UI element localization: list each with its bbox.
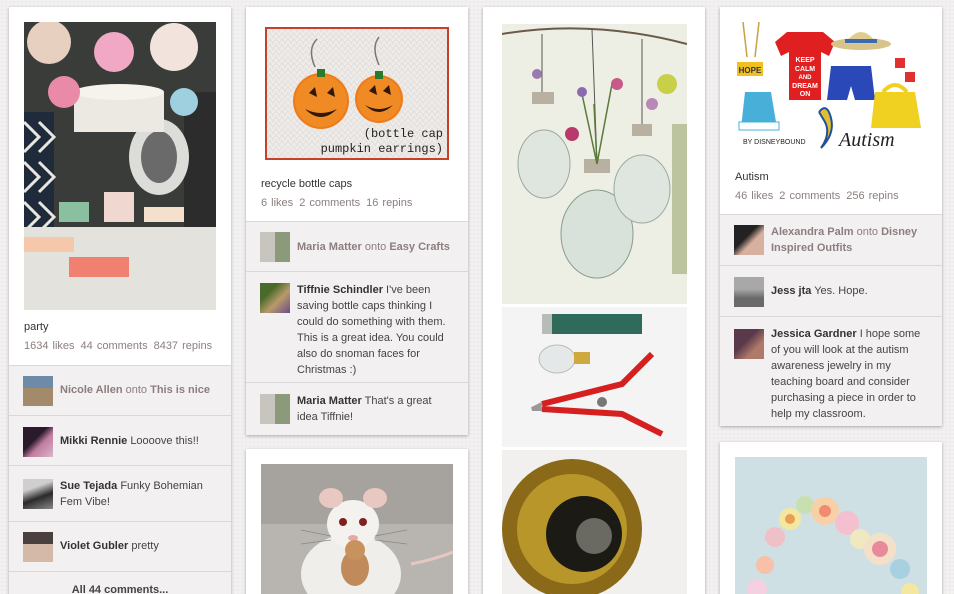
comment-item: Tiffnie Schindler I've been saving bottl… bbox=[246, 271, 468, 382]
repin-activity: Alexandra Palm onto Disney Inspired Outf… bbox=[720, 214, 942, 265]
pin-bottle-caps[interactable]: (bottle cap pumpkin earrings) recycle bo… bbox=[246, 7, 468, 435]
pin-image-party[interactable] bbox=[24, 22, 216, 310]
pin-image-bottle-caps[interactable]: (bottle cap pumpkin earrings) bbox=[265, 27, 449, 160]
comment-text: I've been saving bottle caps thinking I … bbox=[297, 284, 446, 376]
avatar[interactable] bbox=[734, 329, 764, 359]
comments-section: Alexandra Palm onto Disney Inspired Outf… bbox=[720, 214, 942, 426]
image-caption-line-2: pumpkin earrings) bbox=[321, 142, 443, 156]
likes-count[interactable]: 1634 likes bbox=[24, 340, 75, 352]
pin-description: recycle bottle caps bbox=[261, 178, 353, 190]
comments-count[interactable]: 2 comments bbox=[299, 197, 360, 209]
comment-item: Jessica Gardner I hope some of you will … bbox=[720, 316, 942, 426]
comment-item: Violet Gubler pretty bbox=[9, 521, 231, 571]
pin-party[interactable]: party 1634 likes 44 comments 8437 repins N… bbox=[9, 7, 231, 594]
pin-flower-wreath[interactable] bbox=[720, 442, 942, 594]
comment-item: Maria Matter That's a great idea Tiffnie… bbox=[246, 382, 468, 435]
lightbulb-vases-illustration bbox=[502, 24, 687, 594]
pin-image-autism[interactable]: HOPE KEEP CALM AND DREAM ON BY DISNEYBOU… bbox=[735, 22, 927, 167]
board-name[interactable]: Easy Crafts bbox=[389, 241, 450, 253]
comments-count[interactable]: 44 comments bbox=[81, 340, 148, 352]
pin-rat[interactable] bbox=[246, 449, 468, 594]
pin-lightbulb-vases[interactable] bbox=[483, 7, 705, 594]
pin-description: party bbox=[24, 321, 49, 333]
svg-text:CALM: CALM bbox=[795, 66, 815, 73]
autism-word: Autism bbox=[837, 129, 895, 151]
user-name[interactable]: Violet Gubler bbox=[60, 540, 128, 552]
pumpkin-earrings-illustration: (bottle cap pumpkin earrings) bbox=[267, 29, 447, 158]
comment-text: pretty bbox=[131, 540, 159, 552]
avatar[interactable] bbox=[260, 394, 290, 424]
likes-count[interactable]: 6 likes bbox=[261, 197, 293, 209]
comments-count[interactable]: 2 comments bbox=[779, 190, 840, 202]
onto-label: onto bbox=[364, 241, 387, 253]
avatar[interactable] bbox=[23, 376, 53, 406]
image-caption-line-1: (bottle cap bbox=[364, 127, 443, 141]
comment-item: Sue Tejada Funky Bohemian Fem Vibe! bbox=[9, 465, 231, 521]
pin-image-lightbulb-vases[interactable] bbox=[502, 24, 687, 594]
pin-stats: 1634 likes 44 comments 8437 repins bbox=[24, 340, 218, 352]
repin-activity: Maria Matter onto Easy Crafts bbox=[246, 221, 468, 271]
user-name[interactable]: Mikki Rennie bbox=[60, 435, 127, 447]
autism-outfit-illustration: HOPE KEEP CALM AND DREAM ON BY DISNEYBOU… bbox=[735, 22, 927, 167]
pin-image-rat[interactable] bbox=[261, 464, 453, 594]
repins-count[interactable]: 8437 repins bbox=[154, 340, 213, 352]
pin-stats: 46 likes 2 comments 256 repins bbox=[735, 190, 905, 202]
repin-activity: Nicole Allen onto This is nice bbox=[9, 365, 231, 415]
pin-description: Autism bbox=[735, 171, 769, 183]
comment-text: Yes. Hope. bbox=[814, 285, 868, 297]
comment-text: Loooove this!! bbox=[130, 435, 199, 447]
onto-label: onto bbox=[125, 384, 148, 396]
user-name[interactable]: Alexandra Palm bbox=[771, 226, 854, 238]
comments-section: Nicole Allen onto This is nice Mikki Ren… bbox=[9, 365, 231, 594]
svg-text:DREAM: DREAM bbox=[792, 83, 818, 90]
svg-text:ON: ON bbox=[800, 91, 811, 98]
hope-tag-text: HOPE bbox=[739, 66, 762, 75]
user-name[interactable]: Nicole Allen bbox=[60, 384, 123, 396]
svg-text:AND: AND bbox=[799, 75, 813, 81]
rat-with-teddy-illustration bbox=[261, 464, 453, 594]
party-room-illustration bbox=[24, 22, 216, 310]
comment-text: I hope some of you will look at the auti… bbox=[771, 328, 921, 420]
repins-count[interactable]: 256 repins bbox=[846, 190, 898, 202]
user-name[interactable]: Maria Matter bbox=[297, 241, 362, 253]
pin-image-flower-wreath[interactable] bbox=[735, 457, 927, 594]
more-comments-row: All 44 comments... bbox=[9, 571, 231, 594]
user-name[interactable]: Tiffnie Schindler bbox=[297, 284, 383, 296]
user-name[interactable]: Jess jta bbox=[771, 285, 811, 297]
avatar[interactable] bbox=[23, 532, 53, 562]
comment-item: Jess jta Yes. Hope. bbox=[720, 265, 942, 316]
likes-count[interactable]: 46 likes bbox=[735, 190, 773, 202]
brand-text: BY DISNEYBOUND bbox=[743, 139, 806, 146]
all-comments-link[interactable]: All 44 comments... bbox=[9, 584, 231, 594]
comments-section: Maria Matter onto Easy Crafts Tiffnie Sc… bbox=[246, 221, 468, 435]
svg-text:KEEP: KEEP bbox=[795, 57, 814, 64]
comment-item: Mikki Rennie Loooove this!! bbox=[9, 415, 231, 465]
avatar[interactable] bbox=[260, 283, 290, 313]
user-name[interactable]: Sue Tejada bbox=[60, 480, 117, 492]
user-name[interactable]: Jessica Gardner bbox=[771, 328, 857, 340]
pin-stats: 6 likes 2 comments 16 repins bbox=[261, 197, 418, 209]
avatar[interactable] bbox=[734, 277, 764, 307]
paper-flower-wreath-illustration bbox=[735, 457, 927, 594]
repins-count[interactable]: 16 repins bbox=[366, 197, 412, 209]
pin-autism[interactable]: HOPE KEEP CALM AND DREAM ON BY DISNEYBOU… bbox=[720, 7, 942, 426]
board-name[interactable]: This is nice bbox=[150, 384, 210, 396]
avatar[interactable] bbox=[260, 232, 290, 262]
avatar[interactable] bbox=[23, 427, 53, 457]
user-name[interactable]: Maria Matter bbox=[297, 395, 362, 407]
avatar[interactable] bbox=[734, 225, 764, 255]
onto-label: onto bbox=[856, 226, 879, 238]
avatar[interactable] bbox=[23, 479, 53, 509]
